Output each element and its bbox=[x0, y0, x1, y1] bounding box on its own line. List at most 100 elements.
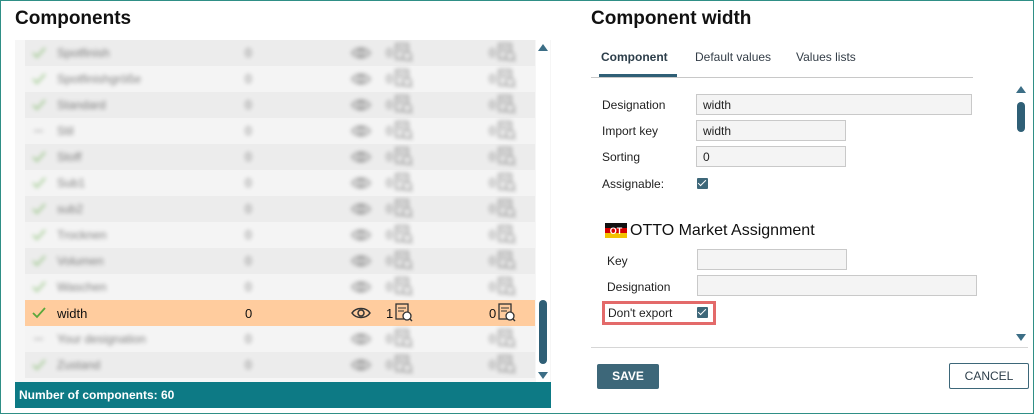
values-count: 0 bbox=[386, 254, 393, 268]
document-search-icon[interactable] bbox=[498, 277, 516, 297]
footer-divider bbox=[591, 347, 1028, 348]
tab-component[interactable]: Component bbox=[601, 50, 668, 64]
form-scrollbar[interactable] bbox=[1014, 82, 1028, 346]
eye-icon[interactable] bbox=[351, 123, 371, 139]
component-row[interactable]: Spotfinishgröße 0 0 0 bbox=[25, 66, 535, 92]
eye-icon[interactable] bbox=[351, 253, 371, 269]
check-icon bbox=[31, 279, 47, 295]
eye-icon[interactable] bbox=[351, 357, 371, 373]
lists-count: 0 bbox=[489, 124, 496, 138]
document-search-icon[interactable] bbox=[498, 147, 516, 167]
document-search-icon[interactable] bbox=[498, 251, 516, 271]
component-row[interactable]: Trocknen 0 0 0 bbox=[25, 222, 535, 248]
lists-count: 0 bbox=[489, 46, 496, 60]
component-row[interactable]: Zustand 0 0 0 bbox=[25, 352, 535, 378]
document-search-icon[interactable] bbox=[395, 173, 413, 193]
scroll-down-icon[interactable] bbox=[538, 372, 548, 379]
components-scrollbar[interactable] bbox=[536, 40, 550, 382]
detail-tabs: Component Default values Values lists bbox=[591, 40, 973, 78]
document-search-icon[interactable] bbox=[395, 355, 413, 375]
component-row[interactable]: Volumen 0 0 0 bbox=[25, 248, 535, 274]
eye-icon[interactable] bbox=[351, 279, 371, 295]
assignable-label: Assignable: bbox=[602, 177, 665, 191]
components-count-status: Number of components: 60 bbox=[15, 382, 551, 408]
component-row[interactable]: Spotfinish 0 0 0 bbox=[25, 40, 535, 66]
eye-icon[interactable] bbox=[351, 227, 371, 243]
dont-export-checkbox[interactable] bbox=[697, 307, 708, 318]
document-search-icon[interactable] bbox=[395, 69, 413, 89]
lists-count: 0 bbox=[489, 280, 496, 294]
document-search-icon[interactable] bbox=[395, 303, 413, 323]
eye-icon[interactable] bbox=[351, 97, 371, 113]
eye-icon[interactable] bbox=[351, 149, 371, 165]
document-search-icon[interactable] bbox=[498, 225, 516, 245]
values-count: 0 bbox=[386, 98, 393, 112]
eye-icon[interactable] bbox=[351, 305, 371, 321]
document-search-icon[interactable] bbox=[498, 355, 516, 375]
component-count: 0 bbox=[245, 202, 252, 216]
sorting-input[interactable]: 0 bbox=[696, 146, 846, 167]
scrollbar-thumb[interactable] bbox=[1017, 102, 1025, 132]
document-search-icon[interactable] bbox=[395, 43, 413, 63]
component-name: Standard bbox=[57, 98, 106, 112]
component-row[interactable]: width 0 1 0 bbox=[25, 300, 535, 326]
sorting-label: Sorting bbox=[602, 150, 641, 164]
check-icon bbox=[31, 305, 47, 321]
document-search-icon[interactable] bbox=[395, 251, 413, 271]
component-name: Zustand bbox=[57, 358, 101, 372]
document-search-icon[interactable] bbox=[498, 329, 516, 349]
document-search-icon[interactable] bbox=[395, 225, 413, 245]
document-search-icon[interactable] bbox=[498, 43, 516, 63]
save-button[interactable]: SAVE bbox=[597, 364, 659, 389]
document-search-icon[interactable] bbox=[498, 303, 516, 323]
otto-key-input[interactable] bbox=[697, 249, 847, 270]
assignable-checkbox[interactable] bbox=[697, 178, 708, 189]
lists-count: 0 bbox=[489, 98, 496, 112]
values-count: 0 bbox=[386, 280, 393, 294]
component-row[interactable]: sub2 0 0 0 bbox=[25, 196, 535, 222]
component-row[interactable]: Stoff 0 0 0 bbox=[25, 144, 535, 170]
components-list-rows: Spotfinish 0 0 0 Spotfinishgröße 0 0 0 Standard 0… bbox=[25, 40, 535, 382]
check-icon bbox=[31, 149, 47, 165]
cancel-button[interactable]: CANCEL bbox=[949, 363, 1029, 389]
component-row[interactable]: Your designation 0 0 0 bbox=[25, 326, 535, 352]
document-search-icon[interactable] bbox=[498, 121, 516, 141]
lists-count: 0 bbox=[489, 150, 496, 164]
document-search-icon[interactable] bbox=[498, 173, 516, 193]
import-key-input[interactable]: width bbox=[696, 120, 846, 141]
component-row[interactable]: Sub1 0 0 0 bbox=[25, 170, 535, 196]
component-name: Stil bbox=[57, 124, 74, 138]
document-search-icon[interactable] bbox=[498, 199, 516, 219]
document-search-icon[interactable] bbox=[395, 277, 413, 297]
eye-icon[interactable] bbox=[351, 71, 371, 87]
document-search-icon[interactable] bbox=[395, 329, 413, 349]
otto-designation-input[interactable] bbox=[697, 275, 977, 296]
tab-values-lists[interactable]: Values lists bbox=[796, 50, 856, 64]
scroll-up-icon[interactable] bbox=[1016, 86, 1026, 93]
components-list[interactable]: Spotfinish 0 0 0 Spotfinishgröße 0 0 0 Standard 0… bbox=[15, 40, 551, 382]
scroll-up-icon[interactable] bbox=[538, 44, 548, 51]
component-row[interactable]: Waschen 0 0 0 bbox=[25, 274, 535, 300]
component-row[interactable]: Stil 0 0 0 bbox=[25, 118, 535, 144]
document-search-icon[interactable] bbox=[395, 199, 413, 219]
designation-input[interactable]: width bbox=[696, 94, 972, 115]
eye-icon[interactable] bbox=[351, 175, 371, 191]
document-search-icon[interactable] bbox=[395, 95, 413, 115]
document-search-icon[interactable] bbox=[498, 69, 516, 89]
document-search-icon[interactable] bbox=[498, 95, 516, 115]
scrollbar-thumb[interactable] bbox=[539, 300, 547, 364]
eye-icon[interactable] bbox=[351, 201, 371, 217]
eye-icon[interactable] bbox=[351, 45, 371, 61]
component-row[interactable]: Standard 0 0 0 bbox=[25, 92, 535, 118]
component-count: 0 bbox=[245, 46, 252, 60]
check-icon bbox=[31, 97, 47, 113]
component-count: 0 bbox=[245, 98, 252, 112]
tab-default-values[interactable]: Default values bbox=[695, 50, 771, 64]
document-search-icon[interactable] bbox=[395, 147, 413, 167]
eye-icon[interactable] bbox=[351, 331, 371, 347]
component-count: 0 bbox=[245, 306, 253, 321]
scroll-down-icon[interactable] bbox=[1016, 334, 1026, 341]
document-search-icon[interactable] bbox=[395, 121, 413, 141]
otto-logo-icon: OT bbox=[605, 223, 627, 238]
check-icon bbox=[31, 253, 47, 269]
